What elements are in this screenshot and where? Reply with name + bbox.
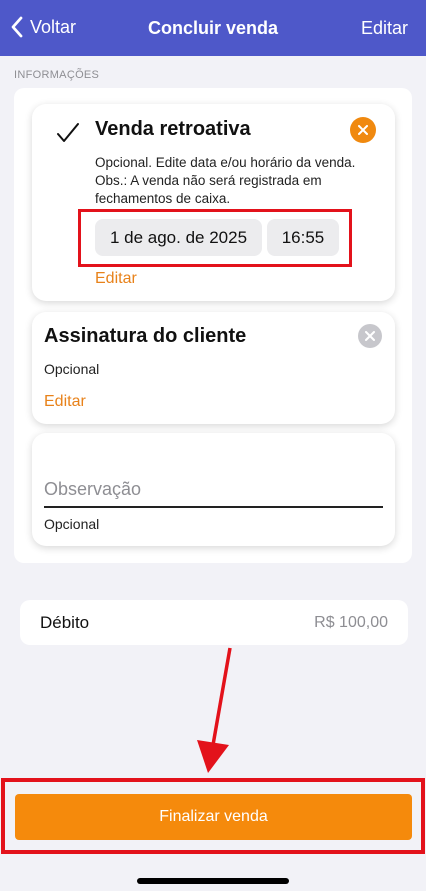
payment-amount: R$ 100,00: [314, 614, 388, 631]
section-label-informacoes: INFORMAÇÕES: [14, 69, 100, 81]
time-picker-button[interactable]: 16:55: [267, 219, 339, 256]
navigation-bar: Voltar Concluir venda Editar: [0, 0, 426, 56]
finalize-sale-button[interactable]: Finalizar venda: [15, 794, 412, 840]
payment-method: Débito: [40, 613, 90, 632]
checkmark-icon: [57, 123, 79, 142]
edit-signature-link[interactable]: Editar: [44, 393, 86, 411]
close-icon: [358, 125, 368, 135]
remove-retroactive-button[interactable]: [350, 117, 376, 143]
signature-optional-label: Opcional: [44, 361, 100, 377]
edit-button[interactable]: Editar: [361, 18, 408, 39]
edit-retroactive-link[interactable]: Editar: [95, 270, 137, 288]
home-indicator: [137, 878, 289, 884]
observation-optional-label: Opcional: [44, 516, 100, 532]
observation-input[interactable]: [44, 472, 383, 508]
date-picker-button[interactable]: 1 de ago. de 2025: [95, 219, 262, 256]
close-icon: [365, 331, 375, 341]
payment-row[interactable]: Débito R$ 100,00: [20, 600, 408, 645]
retroactive-sale-description: Opcional. Edite data e/ou horário da ven…: [95, 155, 356, 206]
signature-title: Assinatura do cliente: [44, 325, 247, 347]
remove-signature-button[interactable]: [358, 324, 382, 348]
retroactive-sale-title: Venda retroativa: [95, 118, 251, 140]
